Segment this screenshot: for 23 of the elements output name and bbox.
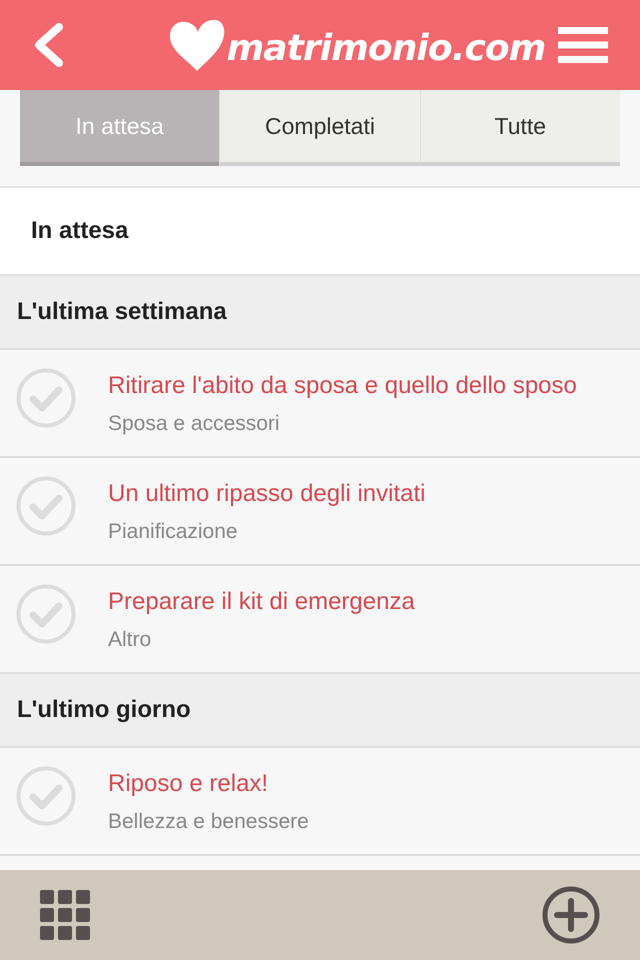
- check-circle-icon[interactable]: [16, 766, 76, 826]
- task-title[interactable]: Un ultimo ripasso degli invitati: [108, 476, 426, 512]
- grid-icon[interactable]: [40, 890, 90, 940]
- task-category: Bellezza e benessere: [108, 809, 309, 835]
- tab[interactable]: Tutte: [420, 90, 620, 166]
- back-icon[interactable]: [32, 23, 64, 67]
- logo-text: matrimonio.com: [226, 31, 546, 71]
- tab[interactable]: Completati: [219, 90, 420, 166]
- section-title: In attesa: [31, 216, 128, 246]
- task-category: Sposa e accessori: [108, 411, 281, 437]
- check-circle-icon[interactable]: [16, 476, 76, 536]
- task-title[interactable]: Ritirare l'abito da sposa e quello dello sposo: [108, 368, 577, 404]
- check-circle-icon[interactable]: [16, 368, 76, 428]
- check-circle-icon[interactable]: [16, 584, 76, 644]
- menu-icon[interactable]: [558, 27, 608, 63]
- add-icon[interactable]: [542, 886, 600, 944]
- tab[interactable]: In attesa: [20, 90, 220, 166]
- task-category: Pianificazione: [108, 519, 239, 545]
- group-title: L'ultima settimana: [17, 297, 227, 327]
- group-title: L'ultimo giorno: [17, 695, 191, 725]
- task-title[interactable]: Preparare il kit di emergenza: [108, 584, 415, 620]
- task-title[interactable]: Riposo e relax!: [108, 766, 309, 802]
- task-category: Altro: [108, 627, 152, 653]
